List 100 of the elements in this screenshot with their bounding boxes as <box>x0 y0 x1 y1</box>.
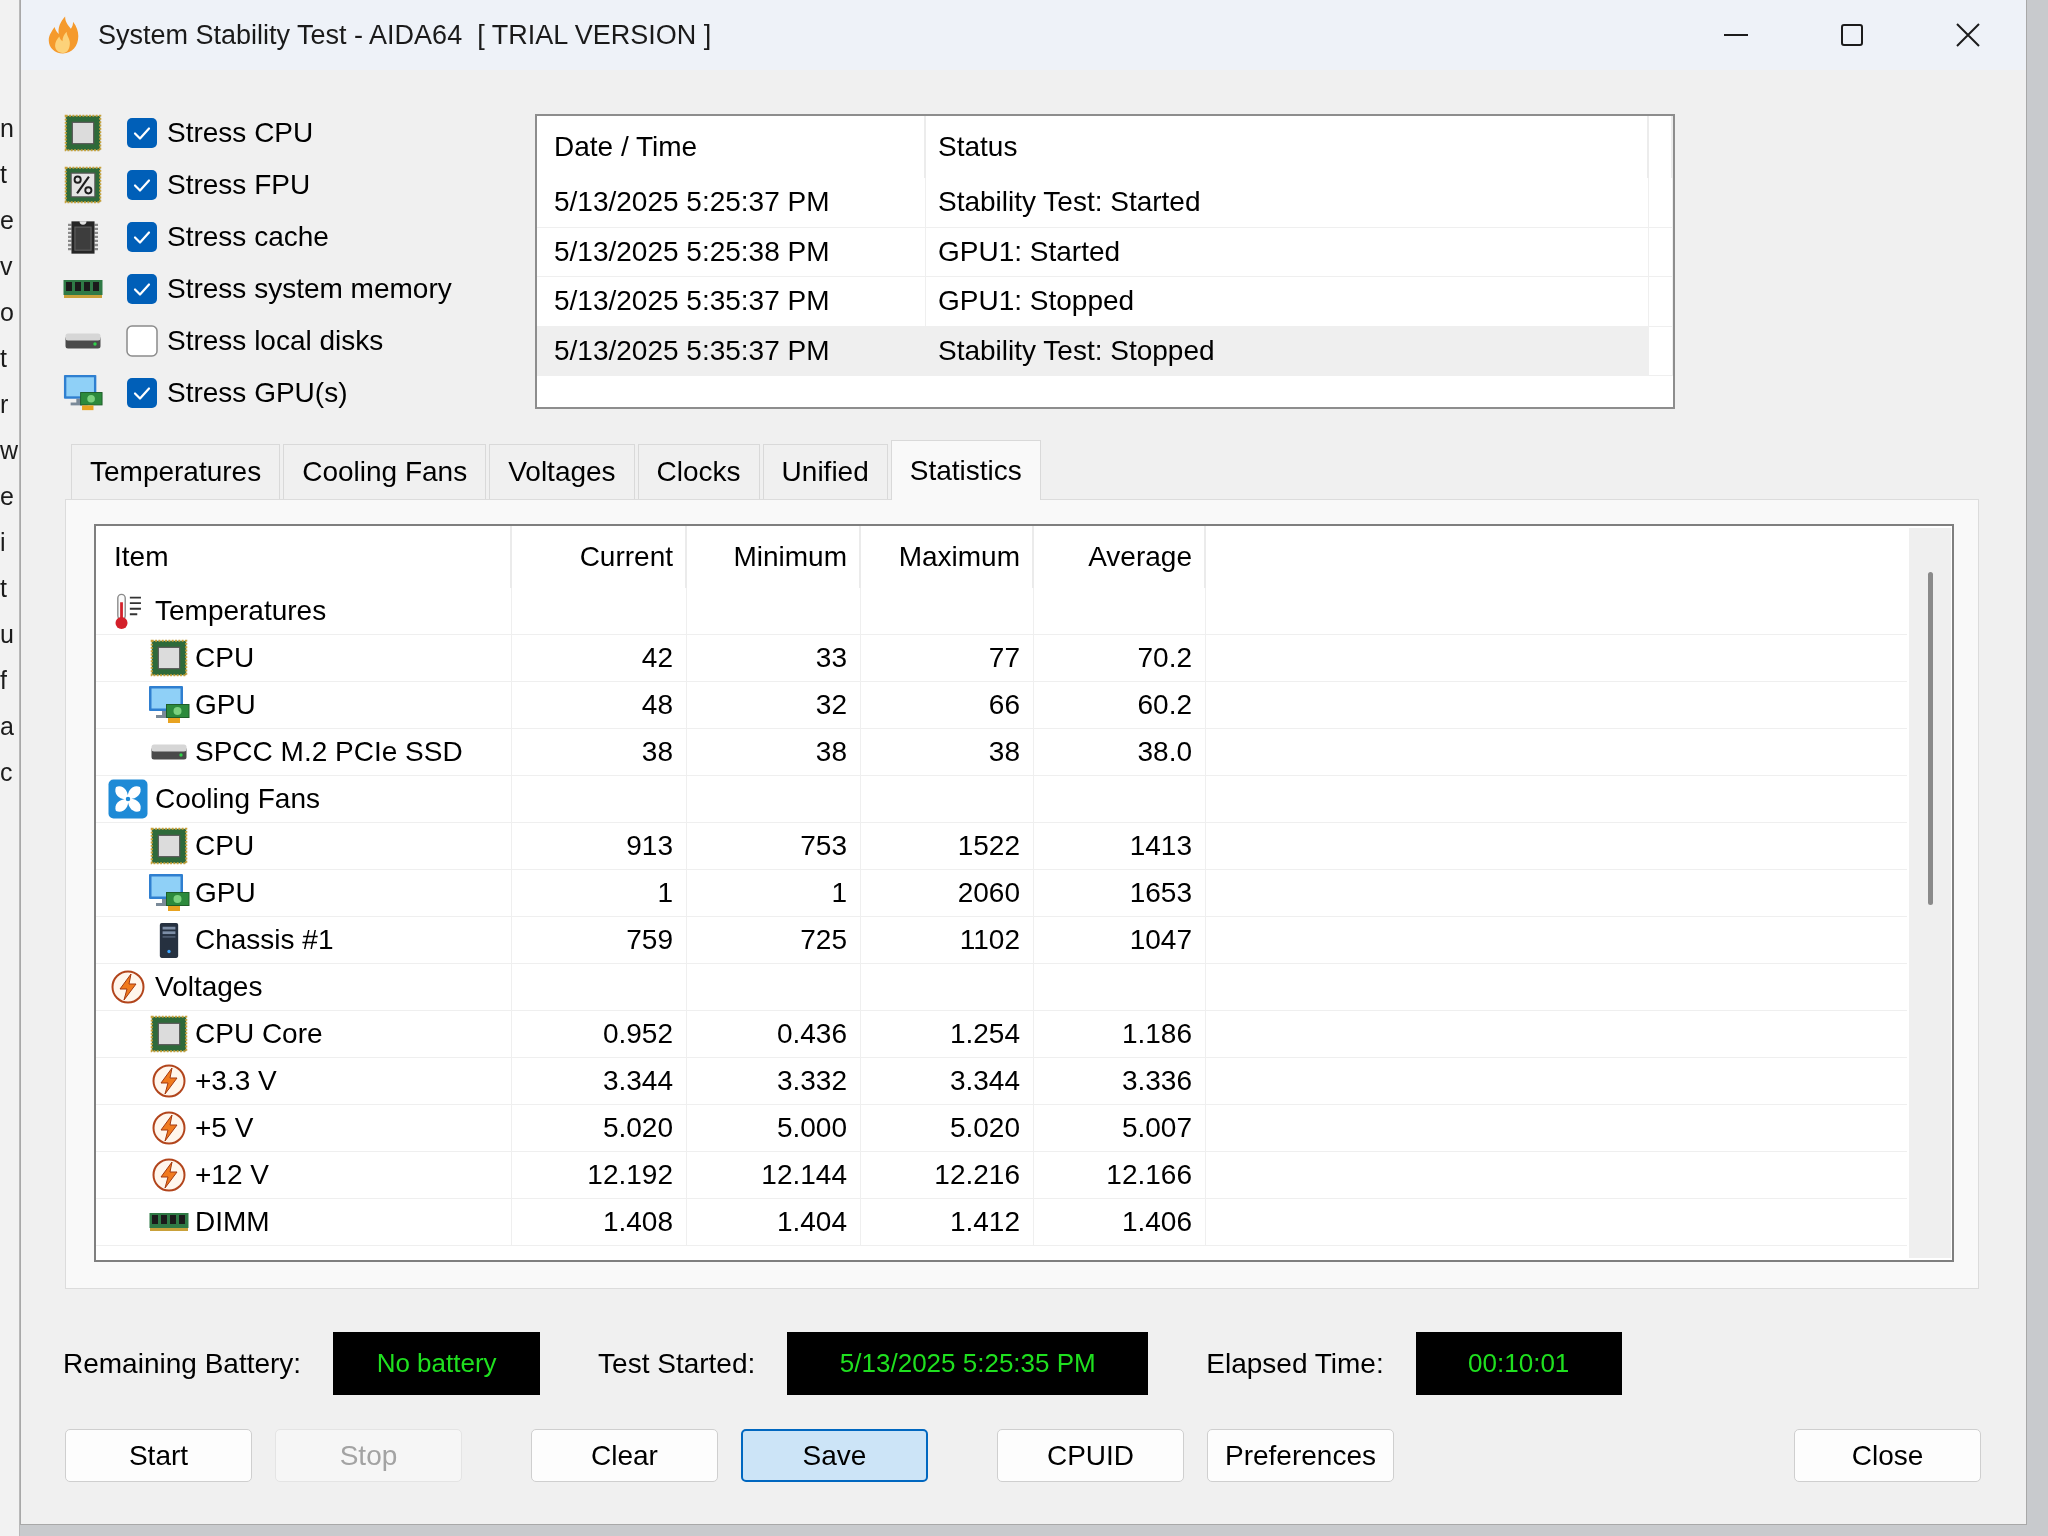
tab[interactable]: Cooling Fans <box>283 444 487 499</box>
checkbox[interactable] <box>126 221 158 253</box>
row-label: Voltages <box>155 970 263 1004</box>
table-cell: 66 <box>861 682 1034 729</box>
field-label: Test Started: <box>598 1346 756 1381</box>
table-cell: 12.192 <box>512 1152 687 1199</box>
dialog-button[interactable]: Preferences <box>1207 1429 1394 1482</box>
column-header[interactable]: Date / Time <box>537 116 926 178</box>
text-fragment: t <box>0 343 8 374</box>
row-label: DIMM <box>195 1205 270 1239</box>
table-cell: 77 <box>861 635 1034 682</box>
fan-icon <box>108 779 148 819</box>
checkbox[interactable] <box>126 169 158 201</box>
option-label: Stress cache <box>167 220 329 254</box>
checkbox[interactable] <box>126 117 158 149</box>
table-cell: 5/13/2025 5:25:37 PM <box>537 178 926 227</box>
column-header[interactable]: Item <box>96 526 512 588</box>
table-cell: 0.436 <box>687 1011 861 1058</box>
row-label: Cooling Fans <box>155 782 320 816</box>
table-cell: 3.332 <box>687 1058 861 1105</box>
row-label: +5 V <box>195 1111 254 1145</box>
column-header[interactable]: Current <box>512 526 687 588</box>
checkbox[interactable] <box>126 273 158 305</box>
table-cell: 5.000 <box>687 1105 861 1152</box>
table-cell: 12.144 <box>687 1152 861 1199</box>
dialog-button[interactable]: Start <box>65 1429 252 1482</box>
dialog-button[interactable]: Save <box>741 1429 928 1482</box>
row-label: SPCC M.2 PCIe SSD <box>195 735 463 769</box>
chip-icon <box>68 219 98 255</box>
flame-icon <box>46 16 80 54</box>
row-label: CPU <box>195 829 255 863</box>
window-title: System Stability Test - AIDA64 [ TRIAL VERSION ] <box>98 18 712 52</box>
table-cell: 1.408 <box>512 1199 687 1246</box>
readout-field: No battery <box>333 1332 541 1395</box>
scrollbar[interactable] <box>1909 528 1951 1258</box>
tab[interactable]: Voltages <box>489 444 635 499</box>
table-cell: 12.216 <box>861 1152 1034 1199</box>
table-cell: 5/13/2025 5:35:37 PM <box>537 277 926 326</box>
row-label: CPU <box>195 641 255 675</box>
dialog-button[interactable]: Close <box>1794 1429 1981 1482</box>
table-cell: 1653 <box>1034 870 1206 917</box>
table-cell: 60.2 <box>1034 682 1206 729</box>
dialog-button[interactable]: CPUID <box>997 1429 1184 1482</box>
dialog-button[interactable]: Clear <box>531 1429 718 1482</box>
cpu-chip-icon <box>150 827 188 865</box>
log-row[interactable]: 5/13/2025 5:25:37 PM Stability Test: Started <box>537 178 1673 228</box>
table-cell: 2060 <box>861 870 1034 917</box>
tab[interactable]: Statistics <box>890 440 1041 500</box>
row-label: +12 V <box>195 1158 269 1192</box>
scrollbar-thumb[interactable] <box>1927 572 1933 905</box>
table-cell: 1.186 <box>1034 1011 1206 1058</box>
table-cell: 1.412 <box>861 1199 1034 1246</box>
text-fragment: v <box>0 251 14 282</box>
drive-icon <box>65 333 101 349</box>
text-fragment: u <box>0 619 15 650</box>
memory-module-icon <box>63 279 103 299</box>
tower-icon <box>158 921 180 959</box>
field-label: Elapsed Time: <box>1206 1346 1384 1381</box>
column-header[interactable]: Maximum <box>861 526 1034 588</box>
tab[interactable]: Temperatures <box>71 444 281 499</box>
row-label: +3.3 V <box>195 1064 277 1098</box>
text-fragment: o <box>0 297 15 328</box>
percent-chip-icon <box>64 166 102 204</box>
table-cell: 1.406 <box>1034 1199 1206 1246</box>
table-cell: 3.344 <box>512 1058 687 1105</box>
table-cell: GPU1: Stopped <box>926 277 1649 326</box>
tab[interactable]: Clocks <box>637 444 760 499</box>
table-cell: 1413 <box>1034 823 1206 870</box>
checkbox[interactable] <box>126 325 158 357</box>
row-label: CPU Core <box>195 1017 323 1051</box>
table-cell: 1.404 <box>687 1199 861 1246</box>
table-cell: Stability Test: Started <box>926 178 1649 227</box>
thermometer-icon <box>114 592 142 630</box>
cpu-chip-icon <box>150 1015 188 1053</box>
checkbox[interactable] <box>126 377 158 409</box>
close-icon <box>1956 23 1980 47</box>
column-header[interactable]: Average <box>1034 526 1206 588</box>
cpu-chip-icon <box>150 639 188 677</box>
table-cell: 753 <box>687 823 861 870</box>
table-cell: 42 <box>512 635 687 682</box>
text-fragment: e <box>0 481 15 512</box>
text-fragment: r <box>0 389 10 420</box>
log-row[interactable]: 5/13/2025 5:35:37 PM GPU1: Stopped <box>537 277 1673 327</box>
memory-module-icon <box>149 1212 189 1232</box>
column-header[interactable]: Minimum <box>687 526 861 588</box>
row-label: GPU <box>195 688 256 722</box>
option-label: Stress CPU <box>167 116 314 150</box>
table-cell: 5/13/2025 5:35:37 PM <box>537 326 926 375</box>
table-cell: 3.336 <box>1034 1058 1206 1105</box>
log-row[interactable]: 5/13/2025 5:25:38 PM GPU1: Started <box>537 227 1673 277</box>
table-cell: GPU1: Started <box>926 227 1649 276</box>
log-row[interactable]: 5/13/2025 5:35:37 PM Stability Test: Stopped <box>537 326 1673 376</box>
table-cell: 70.2 <box>1034 635 1206 682</box>
text-fragment: i <box>0 527 7 558</box>
table-cell: 913 <box>512 823 687 870</box>
table-cell: 1.254 <box>861 1011 1034 1058</box>
table-cell: 3.344 <box>861 1058 1034 1105</box>
column-header[interactable]: Status <box>926 116 1649 178</box>
table-cell: 38 <box>512 729 687 776</box>
tab[interactable]: Unified <box>762 444 888 499</box>
